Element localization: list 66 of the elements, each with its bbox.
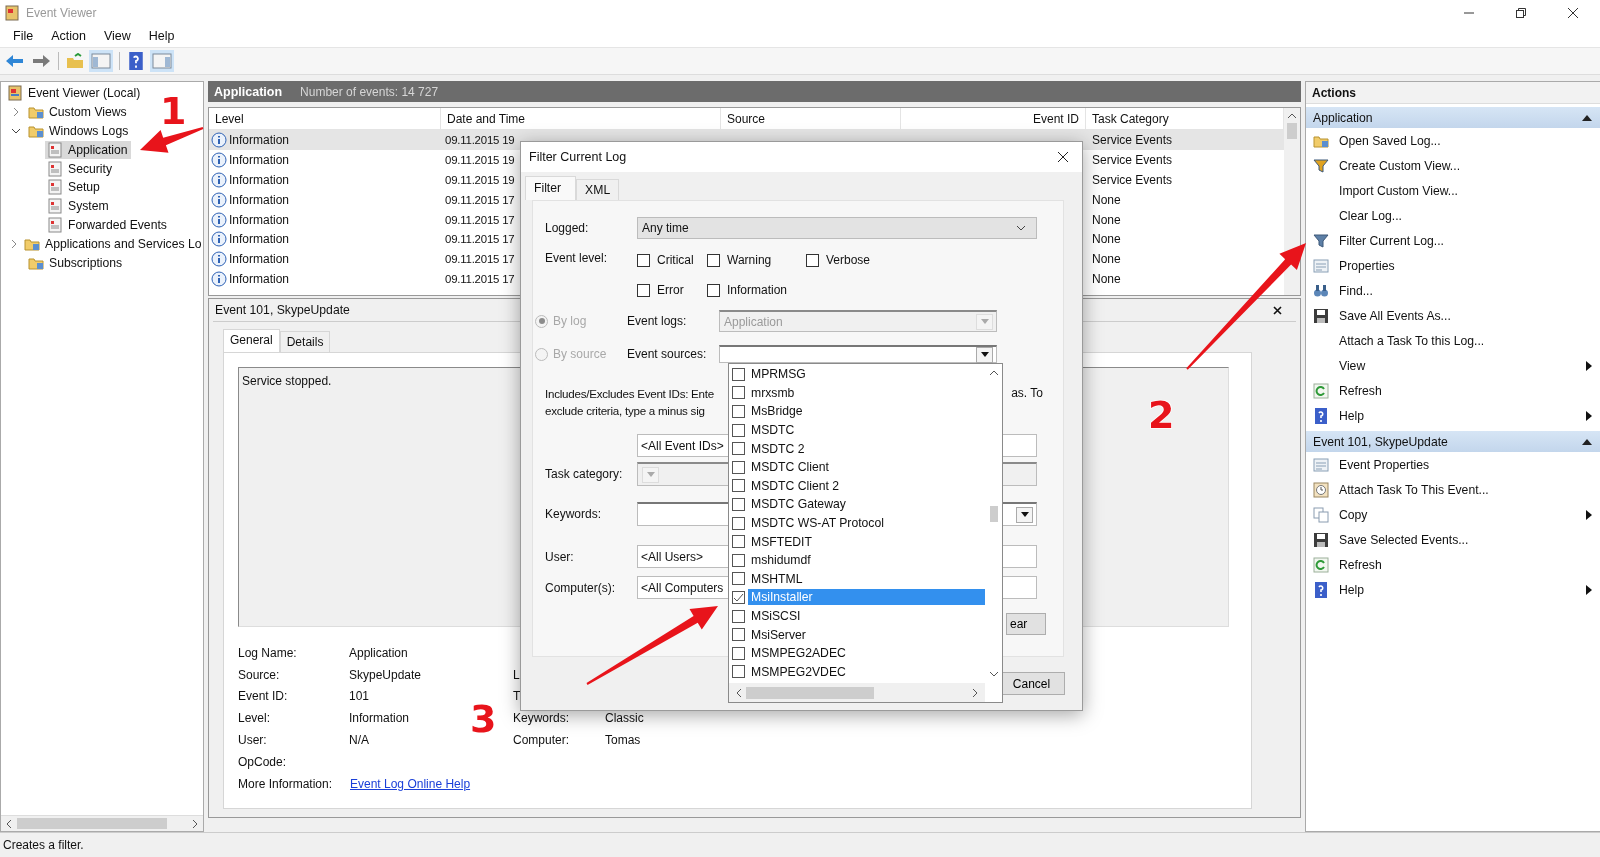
field-label: T (513, 689, 521, 704)
field-label: Task category: (544, 467, 624, 481)
table-cell-text: Service Events (1091, 172, 1174, 187)
field-value: N/A (349, 733, 369, 748)
section-title: Event 101, SkypeUpdate (1313, 434, 1448, 449)
step-number: 2 (1148, 396, 1175, 434)
table-cell: Information (229, 272, 290, 287)
table-cell: 09.11.2015 19 (445, 133, 515, 146)
table-cell: Information (229, 132, 290, 147)
field-label: Event logs: (627, 314, 688, 328)
table-cell: 09.11.2015 17 (445, 233, 515, 246)
help-text: exclude criteria, type a minus sig (545, 403, 706, 419)
table-cell: Information (229, 192, 290, 207)
table-cell: 09.11.2015 19 (445, 153, 515, 166)
field-value: 101 (349, 689, 370, 704)
field-label: Event ID: (238, 689, 289, 704)
step-number: 3 (470, 700, 497, 738)
help-text: as. To (1011, 385, 1043, 402)
table-cell: Information (229, 212, 290, 227)
field-label: Source: (238, 667, 281, 682)
field-value: Tomas (605, 733, 641, 748)
field-label: Keywords: (544, 507, 603, 521)
table-cell-text: Service Events (1091, 132, 1174, 147)
table-cell: 09.11.2015 17 (445, 253, 515, 266)
table-cell-text: Service Events (1091, 152, 1174, 167)
field-label: Event level: (544, 250, 609, 265)
table-cell-text: None (1091, 272, 1122, 287)
field-label: OpCode: (238, 754, 288, 769)
section-title: Application (1313, 110, 1373, 125)
dialog-title: Filter Current Log (529, 150, 627, 164)
actions-title: Actions (1306, 82, 1600, 104)
field-label: Computer: (513, 733, 570, 748)
field-label: Computer(s): (544, 580, 616, 595)
table-cell: Information (229, 232, 290, 247)
field-label: More Information: (238, 776, 334, 791)
field-label: Log Name: (238, 645, 298, 660)
table-cell: Information (229, 252, 290, 267)
table-cell-text: None (1091, 212, 1122, 227)
field-label: Keywords: (513, 711, 570, 726)
field-label: Level: (238, 711, 272, 726)
window-title: Event Viewer (26, 5, 97, 20)
table-cell: Information (229, 152, 290, 167)
field-label: Logged: (544, 221, 590, 235)
table-cell: 09.11.2015 19 (445, 173, 515, 186)
help-text: Includes/Excludes Event IDs: Ente (545, 386, 714, 402)
field-label: User: (544, 549, 575, 564)
field-value: SkypeUpdate (349, 667, 422, 682)
table-cell-text: None (1091, 232, 1122, 247)
log-name: Application (214, 84, 283, 99)
field-value: Application (349, 645, 408, 660)
table-cell: Information (229, 172, 290, 187)
table-cell: 09.11.2015 17 (445, 213, 515, 226)
step-number: 1 (160, 92, 187, 130)
table-cell-text: None (1091, 192, 1122, 207)
status-text: Creates a filter. (3, 838, 84, 852)
table-cell-text: None (1091, 252, 1122, 267)
table-cell: 09.11.2015 17 (445, 273, 515, 286)
field-value: Information (349, 711, 410, 726)
field-value: Classic (605, 711, 644, 726)
field-label: Event sources: (627, 347, 708, 361)
event-count: Number of events: 14 727 (300, 84, 439, 99)
field-label: L (513, 667, 520, 682)
table-cell: 09.11.2015 17 (445, 193, 515, 206)
field-label: User: (238, 733, 268, 748)
event-title: Event 101, SkypeUpdate (215, 303, 350, 317)
event-message: Service stopped. (242, 374, 332, 388)
